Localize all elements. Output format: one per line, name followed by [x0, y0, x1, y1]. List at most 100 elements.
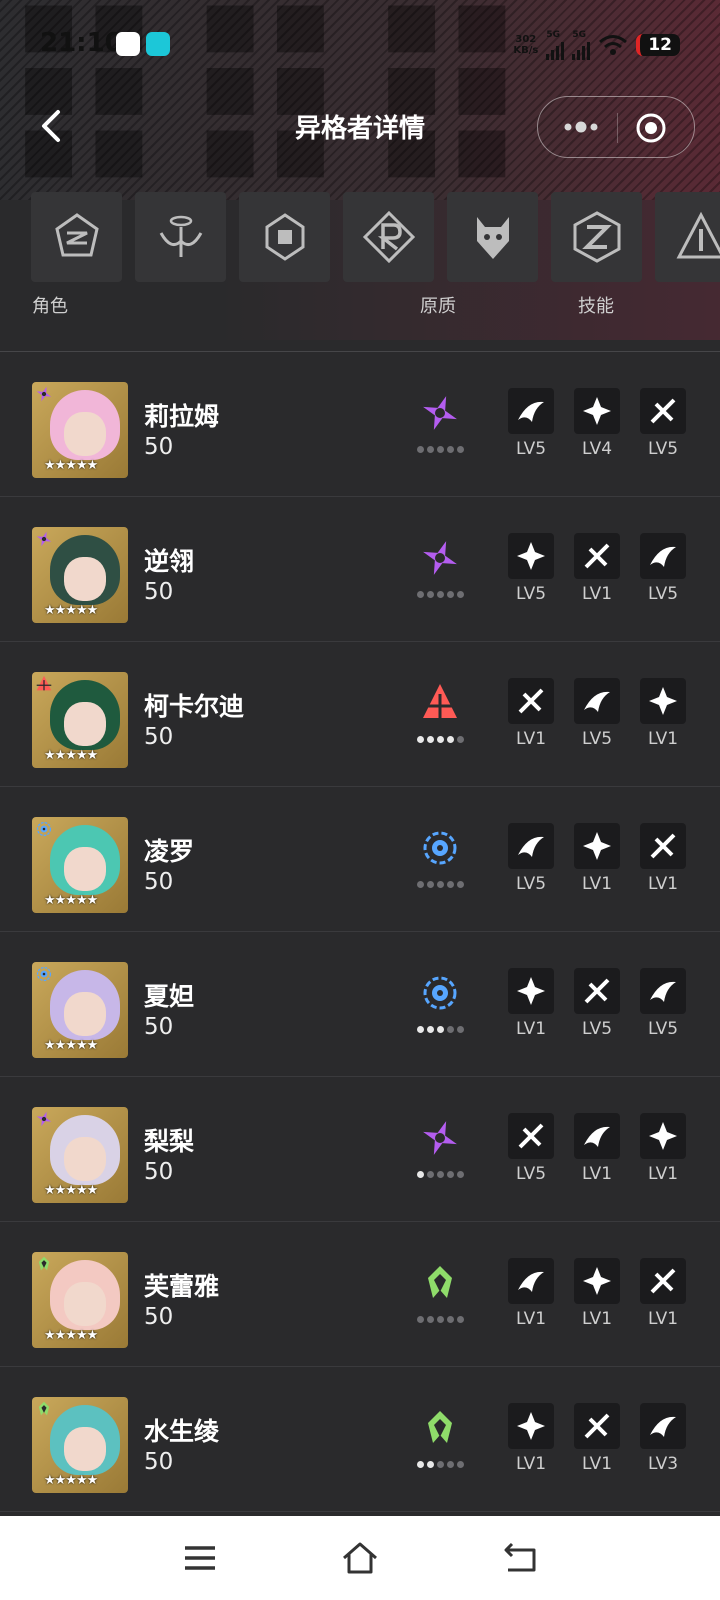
- skill-slot[interactable]: LV5: [574, 678, 620, 749]
- element-badge-icon: [36, 675, 52, 691]
- faction-filter-3[interactable]: [239, 192, 330, 282]
- skill-slot[interactable]: LV5: [640, 533, 686, 604]
- skill-icon-box: [640, 388, 686, 434]
- more-options-icon[interactable]: [562, 116, 600, 138]
- skill-slot[interactable]: LV1: [640, 1258, 686, 1329]
- skill-slot[interactable]: LV1: [508, 1403, 554, 1474]
- element-red-icon: [423, 684, 457, 718]
- character-row[interactable]: ★★★★★ 莉拉姆 50 LV5 LV4 LV5: [0, 352, 720, 497]
- app-notification-icon: [116, 32, 140, 56]
- character-portrait[interactable]: ★★★★★: [32, 1252, 128, 1348]
- quality-dot: [427, 736, 434, 743]
- portrait-face: [64, 412, 106, 456]
- skill-slot[interactable]: LV1: [574, 533, 620, 604]
- skill-icon-box: [508, 1113, 554, 1159]
- faction-filter-5[interactable]: [447, 192, 538, 282]
- quality-dot: [437, 1316, 444, 1323]
- faction-filter-6[interactable]: [551, 192, 642, 282]
- quality-dot: [437, 1026, 444, 1033]
- skill-slot[interactable]: LV1: [574, 823, 620, 894]
- battery-indicator: 12: [636, 34, 680, 56]
- character-portrait[interactable]: ★★★★★: [32, 527, 128, 623]
- character-portrait[interactable]: ★★★★★: [32, 962, 128, 1058]
- character-name: 莉拉姆: [144, 402, 220, 431]
- skill-icon-box: [508, 388, 554, 434]
- skill-slot[interactable]: LV5: [508, 823, 554, 894]
- skill-icon-box: [574, 1113, 620, 1159]
- quality-dot: [427, 591, 434, 598]
- skill-slot[interactable]: LV1: [640, 678, 686, 749]
- skill-slot[interactable]: LV1: [508, 1258, 554, 1329]
- portrait-face: [64, 847, 106, 891]
- character-level: 50: [144, 1304, 174, 1330]
- skill-icon-box: [508, 823, 554, 869]
- character-row[interactable]: ★★★★★ 凌罗 50 LV5 LV1 LV1: [0, 787, 720, 932]
- character-row[interactable]: ★★★★★ 梨梨 50 LV5 LV1 LV1: [0, 1077, 720, 1222]
- column-header-skills: 技能: [578, 296, 614, 317]
- character-row[interactable]: ★★★★★ 柯卡尔迪 50 LV1 LV5 LV1: [0, 642, 720, 787]
- skill-level: LV5: [581, 1019, 613, 1039]
- status-indicators: 302 KB/s 5G 5G 12: [513, 30, 680, 60]
- rarity-stars: ★★★★★: [44, 458, 98, 473]
- character-portrait[interactable]: ★★★★★: [32, 672, 128, 768]
- quality-dot: [417, 736, 424, 743]
- quality-dot: [457, 881, 464, 888]
- character-row[interactable]: ★★★★★ 水生绫 50 LV1 LV1 LV3: [0, 1367, 720, 1512]
- quality-dot: [427, 1026, 434, 1033]
- skill-icon-box: [508, 678, 554, 724]
- skill-icon: [583, 1267, 611, 1295]
- character-name: 夏妲: [144, 982, 195, 1011]
- faction-filter-4[interactable]: [343, 192, 434, 282]
- skill-icon: [650, 546, 676, 567]
- skill-slot[interactable]: LV1: [640, 823, 686, 894]
- skill-slot[interactable]: LV1: [574, 1403, 620, 1474]
- quality-dot: [447, 446, 454, 453]
- quality-dot: [447, 1171, 454, 1178]
- character-row[interactable]: ★★★★★ 逆翎 50 LV5 LV1 LV5: [0, 497, 720, 642]
- character-name: 梨梨: [144, 1127, 195, 1156]
- app-notification-icon: [146, 32, 170, 56]
- quality-dot: [427, 1171, 434, 1178]
- quality-dot: [437, 591, 444, 598]
- navigation-bar: [0, 1516, 720, 1600]
- rarity-stars: ★★★★★: [44, 893, 98, 908]
- character-row[interactable]: ★★★★★ 芙蕾雅 50 LV1 LV1 LV1: [0, 1222, 720, 1367]
- character-row[interactable]: ★★★★★ 夏妲 50 LV1 LV5 LV5: [0, 932, 720, 1077]
- faction-filter-7[interactable]: [655, 192, 720, 282]
- quality-dot: [457, 446, 464, 453]
- faction-filter-1[interactable]: [31, 192, 122, 282]
- menu-icon[interactable]: [180, 1538, 220, 1578]
- net-speed: 302 KB/s: [513, 34, 539, 56]
- skill-slot[interactable]: LV1: [574, 1113, 620, 1184]
- rarity-stars: ★★★★★: [44, 1473, 98, 1488]
- quality-dot: [457, 1171, 464, 1178]
- character-portrait[interactable]: ★★★★★: [32, 1397, 128, 1493]
- skill-slot[interactable]: LV1: [508, 968, 554, 1039]
- skill-slot[interactable]: LV5: [508, 388, 554, 459]
- skill-slot[interactable]: LV5: [508, 533, 554, 604]
- element-badge-icon: [36, 821, 52, 837]
- skill-icon: [584, 691, 610, 712]
- skill-slot[interactable]: LV4: [574, 388, 620, 459]
- skill-slot[interactable]: LV5: [640, 968, 686, 1039]
- signal-icon: 5G: [572, 30, 591, 60]
- skill-slot[interactable]: LV1: [574, 1258, 620, 1329]
- skill-slot[interactable]: LV5: [574, 968, 620, 1039]
- faction-filter-2[interactable]: [135, 192, 226, 282]
- character-portrait[interactable]: ★★★★★: [32, 382, 128, 478]
- skill-slot[interactable]: LV5: [640, 388, 686, 459]
- home-icon[interactable]: [340, 1538, 380, 1578]
- back-icon[interactable]: [500, 1538, 540, 1578]
- close-target-icon[interactable]: [635, 112, 667, 144]
- skill-slot[interactable]: LV1: [508, 678, 554, 749]
- skill-icon-box: [508, 1403, 554, 1449]
- rarity-stars: ★★★★★: [44, 1038, 98, 1053]
- skill-slot[interactable]: LV3: [640, 1403, 686, 1474]
- character-portrait[interactable]: ★★★★★: [32, 1107, 128, 1203]
- skill-slot[interactable]: LV5: [508, 1113, 554, 1184]
- skill-slot[interactable]: LV1: [640, 1113, 686, 1184]
- character-portrait[interactable]: ★★★★★: [32, 817, 128, 913]
- skill-icon: [650, 981, 676, 1002]
- skill-icon-box: [508, 533, 554, 579]
- skill-icon: [584, 1126, 610, 1147]
